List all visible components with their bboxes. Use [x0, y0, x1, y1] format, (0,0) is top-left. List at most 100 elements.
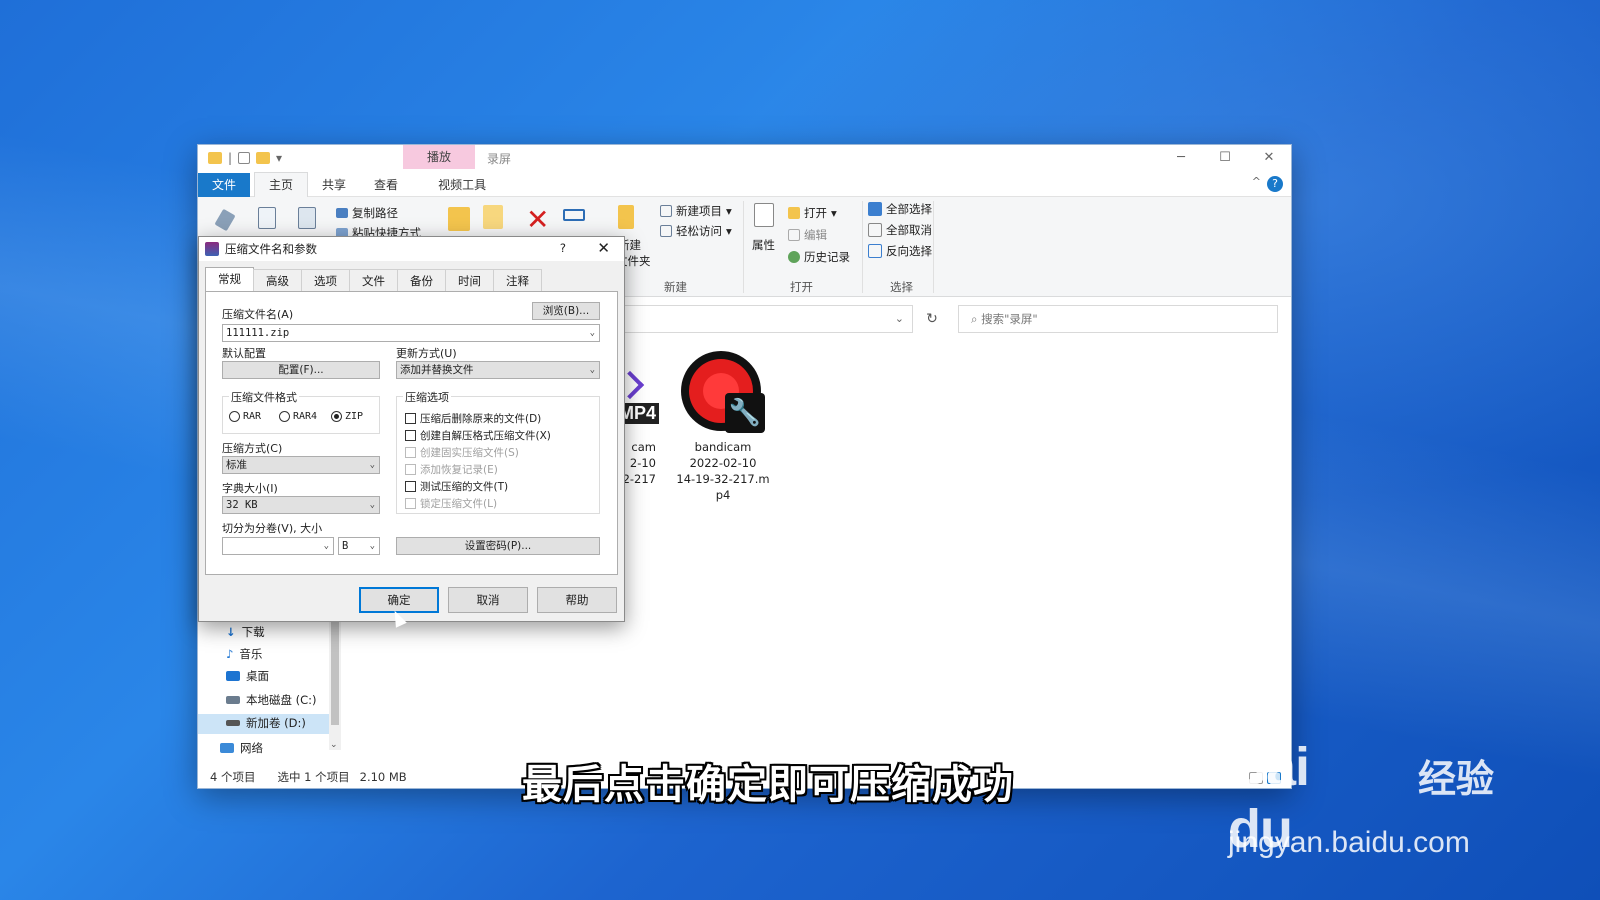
window-title: 录屏	[487, 152, 512, 166]
move-to-icon[interactable]	[448, 207, 470, 231]
collapse-ribbon-icon[interactable]: ^	[1252, 175, 1261, 188]
nav-scrollbar[interactable]: ⌄	[329, 600, 341, 750]
method-select[interactable]: 标准 ⌄	[222, 456, 380, 474]
cancel-button[interactable]: 取消	[448, 587, 528, 613]
select-none-button[interactable]: 全部取消	[868, 222, 932, 238]
nav-item-drive-c[interactable]: 本地磁盘 (C:)	[226, 692, 317, 708]
properties-label[interactable]: 属性	[752, 237, 775, 253]
chevron-down-icon[interactable]: ▾	[276, 151, 282, 165]
watermark-url: jingyan.baidu.com	[1228, 826, 1470, 859]
help-button[interactable]: 帮助	[537, 587, 617, 613]
mp4-file-icon[interactable]: MP4	[615, 370, 660, 424]
dict-size-select[interactable]: 32 KB ⌄	[222, 496, 380, 514]
desktop-icon	[226, 671, 240, 681]
chevron-down-icon: ⌄	[369, 500, 375, 510]
dialog-tabs: 常规 高级 选项 文件 备份 时间 注释	[205, 267, 542, 291]
set-password-button[interactable]: 设置密码(P)...	[396, 537, 600, 555]
tab-video-tools[interactable]: 视频工具	[424, 173, 500, 197]
tab-backup[interactable]: 备份	[397, 269, 446, 291]
default-profile-label: 默认配置	[222, 347, 266, 360]
tab-options[interactable]: 选项	[301, 269, 350, 291]
checkbox-recovery[interactable]: 添加恢复记录(E)	[405, 462, 498, 477]
group-select-label: 选择	[890, 280, 913, 294]
split-unit-select[interactable]: B ⌄	[338, 537, 380, 555]
checkbox-test[interactable]: 测试压缩的文件(T)	[405, 479, 508, 494]
options-group-title: 压缩选项	[403, 389, 451, 405]
invert-selection-button[interactable]: 反向选择	[868, 243, 932, 259]
maximize-button[interactable]: ☐	[1203, 145, 1247, 171]
tab-time[interactable]: 时间	[445, 269, 494, 291]
checkbox-lock[interactable]: 锁定压缩文件(L)	[405, 496, 497, 511]
archive-name-input[interactable]: 111111.zip ⌄	[222, 324, 600, 342]
pin-icon[interactable]	[214, 208, 236, 232]
music-icon: ♪	[226, 647, 234, 661]
nav-item-desktop[interactable]: 桌面	[226, 668, 269, 684]
update-mode-select[interactable]: 添加并替换文件 ⌄	[396, 361, 600, 379]
bandicam-file-icon[interactable]: 🔧	[681, 351, 765, 435]
scroll-down-icon[interactable]: ⌄	[330, 740, 338, 750]
checkbox-delete-after[interactable]: 压缩后删除原来的文件(D)	[405, 411, 541, 426]
profile-button[interactable]: 配置(F)...	[222, 361, 380, 379]
refresh-icon[interactable]: ↻	[918, 305, 946, 333]
checkbox-solid[interactable]: 创建固实压缩文件(S)	[405, 445, 519, 460]
radio-rar4[interactable]: RAR4	[279, 411, 317, 422]
dialog-title-bar: 压缩文件名和参数 ? ✕	[199, 237, 624, 261]
split-label: 切分为分卷(V), 大小	[222, 522, 323, 535]
search-input[interactable]: ⌕ 搜索"录屏"	[958, 305, 1278, 333]
folder-icon	[208, 152, 222, 164]
help-icon[interactable]: ?	[1267, 176, 1283, 192]
close-button[interactable]: ✕	[1247, 145, 1291, 171]
browse-button[interactable]: 浏览(B)...	[532, 302, 600, 320]
copy-path-button[interactable]: 复制路径	[336, 205, 398, 221]
chevron-down-icon: ⌄	[589, 365, 595, 375]
tab-general[interactable]: 常规	[205, 267, 254, 291]
open-button[interactable]: 打开 ▾	[788, 205, 837, 221]
chevron-down-icon[interactable]: ⌄	[895, 312, 904, 325]
rename-icon[interactable]	[563, 209, 585, 221]
tab-comment[interactable]: 注释	[493, 269, 542, 291]
address-bar[interactable]: ⌄	[613, 305, 913, 333]
drive-icon	[226, 720, 240, 726]
radio-rar[interactable]: RAR	[229, 411, 261, 422]
dialog-close-icon[interactable]: ✕	[597, 239, 610, 257]
archive-name-label: 压缩文件名(A)	[222, 308, 294, 321]
copy-to-icon[interactable]	[483, 205, 503, 229]
group-new-label: 新建	[664, 280, 687, 294]
new-item-button[interactable]: 新建项目 ▾	[660, 203, 732, 219]
tab-view[interactable]: 查看	[360, 173, 412, 197]
easy-access-button[interactable]: 轻松访问 ▾	[660, 223, 732, 239]
select-all-button[interactable]: 全部选择	[868, 201, 932, 217]
minimize-button[interactable]: ─	[1159, 145, 1203, 171]
edit-button[interactable]: 编辑	[788, 227, 827, 243]
search-placeholder: 搜索"录屏"	[981, 312, 1038, 326]
properties-icon[interactable]	[754, 203, 774, 227]
format-group: 压缩文件格式 RAR RAR4 ZIP	[222, 389, 380, 434]
tab-share[interactable]: 共享	[308, 173, 360, 197]
tab-advanced[interactable]: 高级	[253, 269, 302, 291]
file-name-2[interactable]: bandicam 2022-02-10 14-19-32-217.m p4	[668, 439, 778, 503]
tab-home[interactable]: 主页	[254, 172, 309, 197]
split-size-input[interactable]: ⌄	[222, 537, 334, 555]
copy-icon[interactable]	[258, 207, 276, 229]
dialog-help-icon[interactable]: ?	[560, 241, 566, 255]
group-open-label: 打开	[790, 280, 813, 294]
chevron-down-icon: ⌄	[369, 541, 375, 551]
nav-item-network[interactable]: 网络	[220, 740, 263, 756]
paste-icon[interactable]	[298, 207, 316, 229]
checkbox-sfx[interactable]: 创建自解压格式压缩文件(X)	[405, 428, 551, 443]
delete-icon[interactable]: ✕	[526, 203, 549, 236]
radio-zip[interactable]: ZIP	[331, 411, 363, 422]
tab-file[interactable]: 文件	[198, 172, 251, 197]
context-tab-play: 播放	[403, 145, 475, 169]
nav-item-music[interactable]: ♪ 音乐	[226, 646, 262, 662]
checkmark-icon[interactable]	[238, 152, 251, 164]
new-folder-icon[interactable]	[256, 152, 271, 164]
winrar-icon	[205, 242, 219, 256]
chevron-down-icon: ⌄	[369, 460, 375, 470]
nav-item-downloads[interactable]: ↓ 下载	[226, 624, 265, 640]
new-folder-large-icon[interactable]	[618, 205, 634, 229]
archive-dialog: 压缩文件名和参数 ? ✕ 常规 高级 选项 文件 备份 时间 注释 压缩文件名(…	[198, 236, 625, 622]
tab-files[interactable]: 文件	[349, 269, 398, 291]
history-button[interactable]: 历史记录	[788, 249, 850, 265]
nav-item-drive-d[interactable]: 新加卷 (D:)	[226, 715, 306, 731]
